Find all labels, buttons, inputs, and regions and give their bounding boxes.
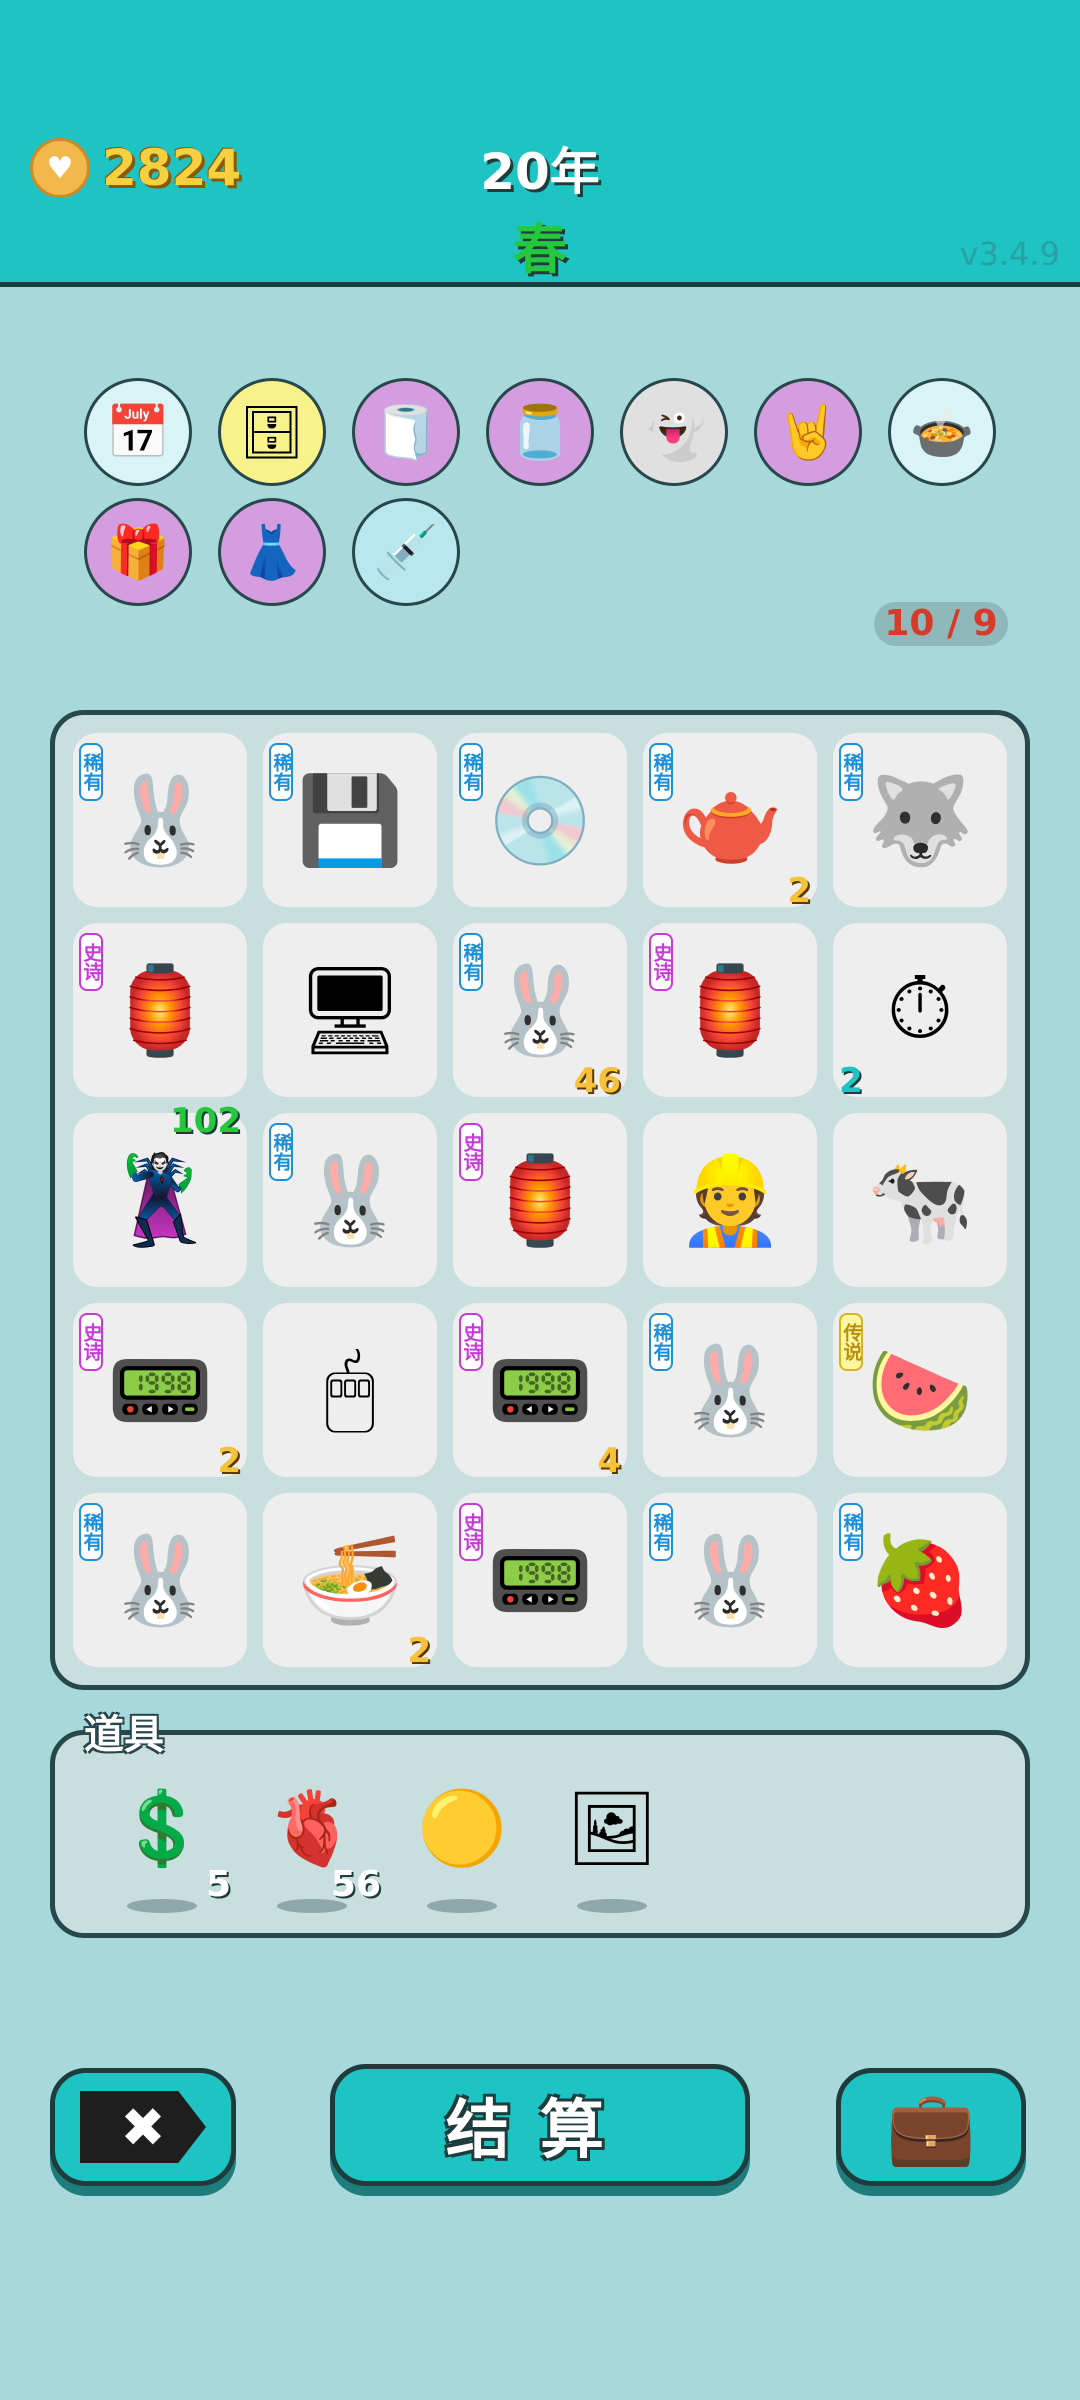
prop-shadow <box>127 1899 197 1913</box>
golden-ball-icon: 🟡 <box>417 1785 507 1870</box>
prop-count: 5 <box>205 1864 231 1905</box>
rarity-tag: 稀有 <box>79 1503 103 1561</box>
heart-coin-icon <box>30 138 90 198</box>
item-count: 46 <box>573 1061 621 1101</box>
version-label: v3.4.9 <box>959 235 1060 273</box>
rarity-tag: 史诗 <box>79 1313 103 1371</box>
board-cell[interactable]: 🖥 <box>263 923 437 1097</box>
skirt-icon[interactable]: 👗 <box>218 498 326 606</box>
board-cell[interactable]: 🐰 稀有 <box>263 1113 437 1287</box>
board-cell[interactable]: 🏮 史诗 <box>453 1113 627 1287</box>
item-count: 2 <box>787 871 811 911</box>
slot-counter: 10 / 9 <box>874 602 1008 646</box>
board-cell[interactable]: 🐰 稀有 <box>643 1303 817 1477</box>
settle-button[interactable]: 结算 <box>330 2064 750 2186</box>
board-cell[interactable]: 🐰 稀有 <box>73 733 247 907</box>
rarity-tag: 稀有 <box>649 1313 673 1371</box>
rarity-tag: 史诗 <box>459 1313 483 1371</box>
rarity-tag: 史诗 <box>649 933 673 991</box>
board-cell[interactable]: 👷 <box>643 1113 817 1287</box>
board-cell[interactable]: 🍓 稀有 <box>833 1493 1007 1667</box>
prop-count: 56 <box>330 1864 381 1905</box>
rarity-tag: 史诗 <box>459 1503 483 1561</box>
prop-shadow <box>577 1899 647 1913</box>
close-tag-icon: ✖ <box>80 2091 206 2163</box>
tissue-box-icon[interactable]: 🧻 <box>352 378 460 486</box>
board-cell[interactable]: 📟 史诗 2 <box>73 1303 247 1481</box>
item-count: 2 <box>839 1061 863 1101</box>
rarity-tag: 稀有 <box>459 743 483 801</box>
settle-label: 结算 <box>446 2094 634 2168</box>
board-cell[interactable]: 🏮 史诗 <box>73 923 247 1097</box>
masked-man-icon: 👷 <box>676 1150 784 1251</box>
item-count: 2 <box>407 1631 431 1671</box>
safe-icon[interactable]: 🗄 <box>218 378 326 486</box>
top-bar: 2824 20年 春 v3.4.9 <box>0 0 1080 287</box>
cow-icon: 🐄 <box>866 1150 974 1251</box>
props-title: 道具 <box>84 1712 164 1758</box>
bag-button[interactable]: 💼 <box>836 2068 1026 2186</box>
item-count: 102 <box>170 1101 241 1141</box>
close-button[interactable]: ✖ <box>50 2068 236 2186</box>
board-cell[interactable]: 🖱 <box>263 1303 437 1477</box>
board-cell[interactable]: 🍉 传说 <box>833 1303 1007 1477</box>
props-panel: 💲 5 🫀 56 🟡 🖼 <box>50 1730 1030 1938</box>
ghost-icon[interactable]: 👻 <box>620 378 728 486</box>
prop-item[interactable]: 🫀 56 <box>257 1773 381 1913</box>
board-cell[interactable]: ⏱ 2 <box>833 923 1007 1101</box>
rarity-tag: 史诗 <box>79 933 103 991</box>
computer-icon: 🖥 <box>295 960 405 1061</box>
rock-hand-icon[interactable]: 🤘 <box>754 378 862 486</box>
injection-creature-icon[interactable]: 💉 <box>352 498 460 606</box>
prop-item[interactable]: 🖼 <box>557 1773 667 1913</box>
calendar-icon[interactable]: 📅 <box>84 378 192 486</box>
rarity-tag: 稀有 <box>79 743 103 801</box>
board-cell[interactable]: 💾 稀有 <box>263 733 437 907</box>
board-cell[interactable]: 💿 稀有 <box>453 733 627 907</box>
duck-pot-icon[interactable]: 🍲 <box>888 378 996 486</box>
rarity-tag: 稀有 <box>649 1503 673 1561</box>
board-cell[interactable]: 📟 史诗 4 <box>453 1303 627 1481</box>
board-cell[interactable]: 🏮 史诗 <box>643 923 817 1097</box>
prop-item[interactable]: 💲 5 <box>107 1773 231 1913</box>
rarity-tag: 稀有 <box>839 743 863 801</box>
board-cell[interactable]: 🫖 稀有 2 <box>643 733 817 911</box>
gift-box-icon[interactable]: 🎁 <box>84 498 192 606</box>
mouse-icon: 🖱 <box>324 1339 376 1439</box>
board-cell[interactable]: 🐰 稀有 46 <box>453 923 627 1101</box>
rarity-tag: 稀有 <box>649 743 673 801</box>
year-label: 20年 <box>480 143 600 201</box>
prop-item[interactable]: 🟡 <box>407 1773 517 1913</box>
board-cell[interactable]: 🐰 稀有 <box>73 1493 247 1667</box>
item-count: 2 <box>217 1441 241 1481</box>
rarity-tag: 稀有 <box>839 1503 863 1561</box>
rarity-tag: 史诗 <box>459 1123 483 1181</box>
briefcase-icon: 💼 <box>886 2084 976 2169</box>
rarity-tag: 稀有 <box>459 933 483 991</box>
board-cell[interactable]: 🐺 稀有 <box>833 733 1007 907</box>
board-cell[interactable]: 🐄 <box>833 1113 1007 1287</box>
prop-shadow <box>427 1899 497 1913</box>
jar-icon[interactable]: 🫙 <box>486 378 594 486</box>
rarity-tag: 传说 <box>839 1313 863 1371</box>
dollar-coin-icon: 💲 <box>117 1785 207 1870</box>
frame-icon: 🖼 <box>566 1785 658 1870</box>
liver-icon: 🫀 <box>267 1785 357 1870</box>
board-cell[interactable]: 📟 史诗 <box>453 1493 627 1667</box>
board-cell[interactable]: 🦹 102 <box>73 1101 247 1287</box>
board-cell[interactable]: 🐰 稀有 <box>643 1493 817 1667</box>
item-board: 🐰 稀有 💾 稀有 💿 稀有 🫖 稀有 2 🐺 稀有 🏮 史诗 🖥 🐰 稀有 46 🏮 史诗 ⏱ 2 🦹 102 🐰 稀有 🏮 史诗… <box>50 710 1030 1690</box>
rarity-tag: 稀有 <box>269 743 293 801</box>
season-label: 春 <box>513 218 567 281</box>
coin-count: 2824 <box>102 139 242 197</box>
item-count: 4 <box>597 1441 621 1481</box>
rarity-tag: 稀有 <box>269 1123 293 1181</box>
board-cell[interactable]: 🍜 2 <box>263 1493 437 1671</box>
